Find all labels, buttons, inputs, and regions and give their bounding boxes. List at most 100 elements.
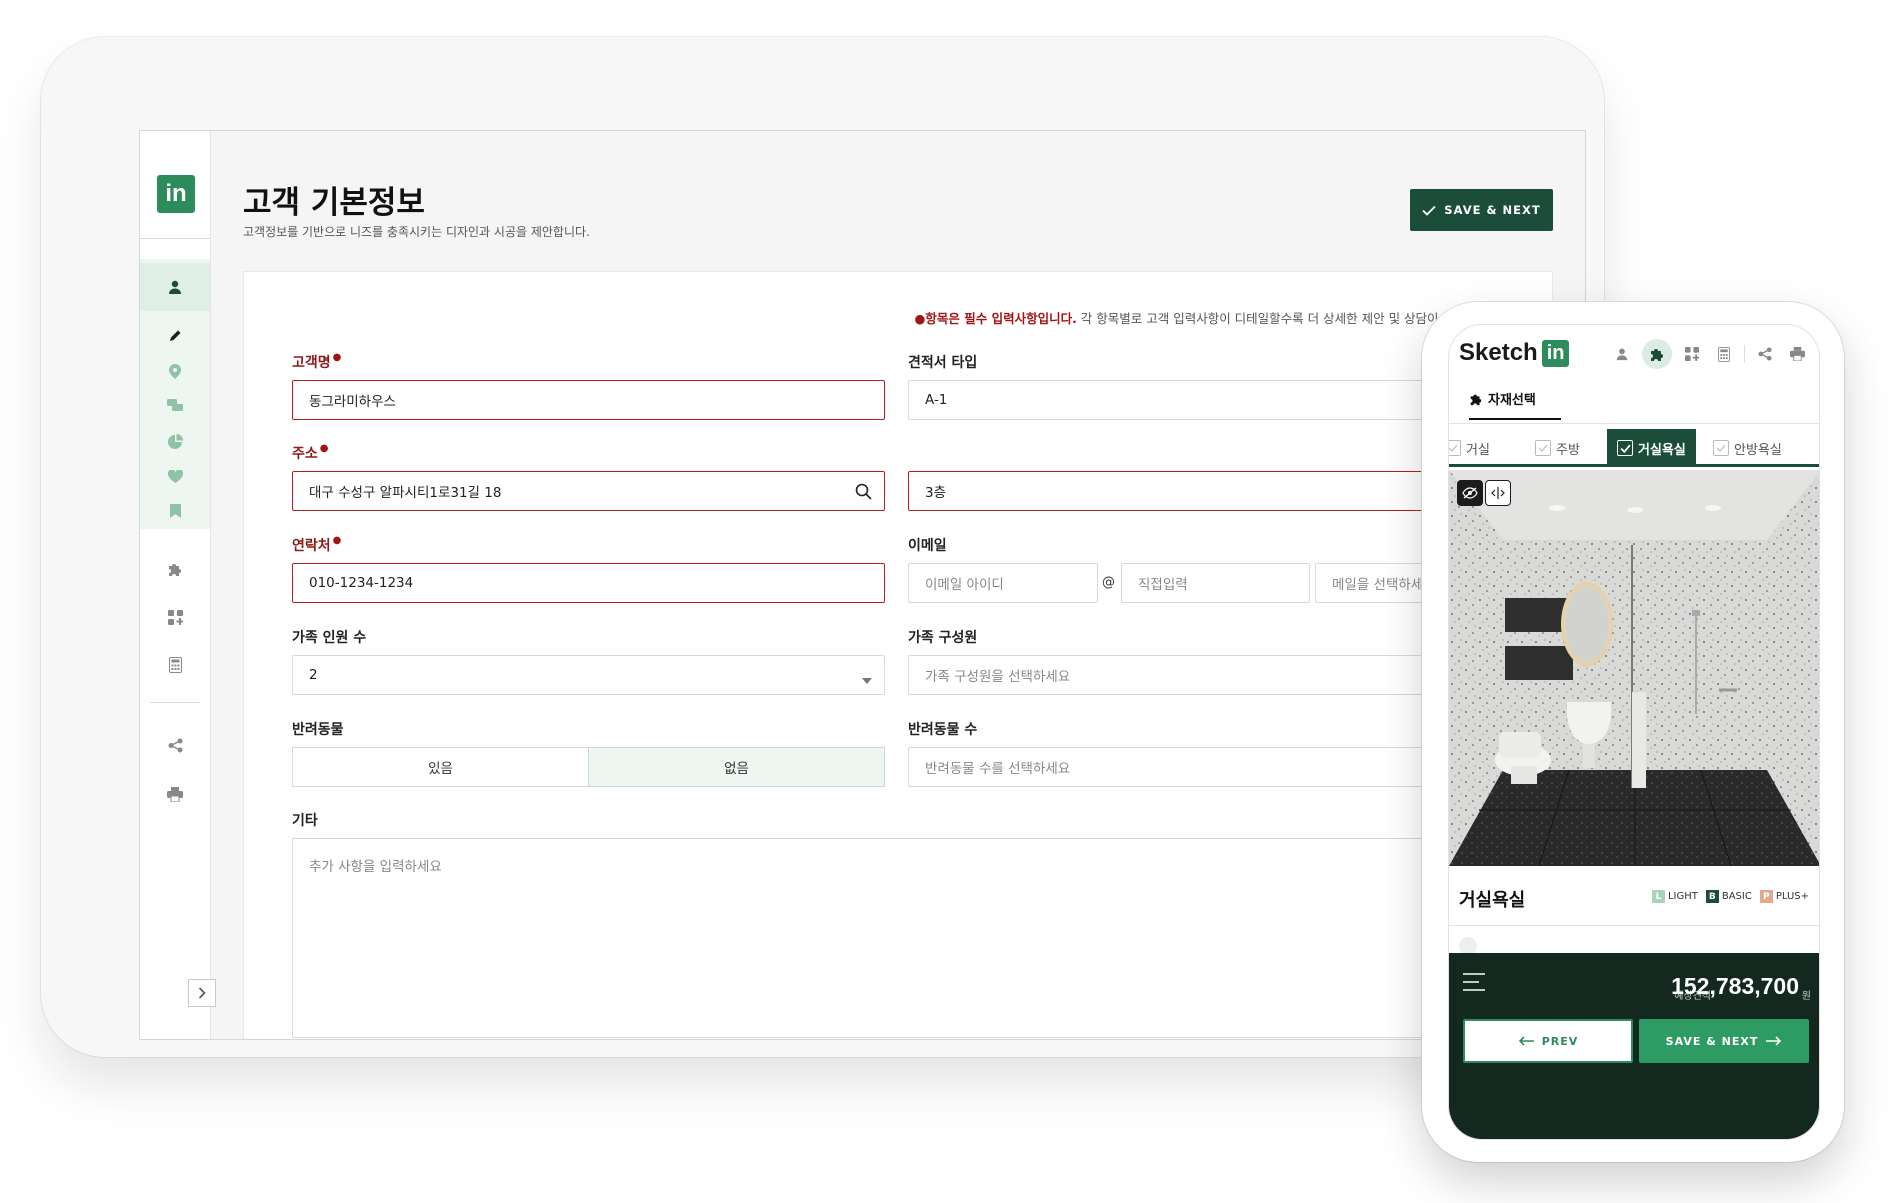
required-notice: ●항목은 필수 입력사항입니다. 각 항목별로 고객 입력사항이 디테일할수록 …: [914, 308, 1504, 327]
pet-count-label: 반려동물 수: [908, 722, 978, 738]
pets-option-yes[interactable]: 있음: [292, 747, 589, 787]
estimate-type-label: 견적서 타입: [908, 355, 978, 371]
calculator-icon: [168, 657, 182, 673]
email-id-field[interactable]: 이메일 아이디: [908, 563, 1098, 603]
menu-button[interactable]: [1463, 973, 1485, 995]
email-label: 이메일: [908, 538, 947, 554]
tab-underline: [1449, 423, 1819, 424]
required-dot: ●: [914, 311, 926, 326]
address-search-button[interactable]: [855, 483, 872, 504]
grade-legend: L LIGHT B BASIC P PLUS+: [1651, 890, 1809, 903]
user-icon: [1616, 348, 1628, 361]
room-tab-label: 주방: [1556, 442, 1580, 458]
estimate-value: 152,783,700: [1671, 973, 1799, 999]
room-tab-living-bath[interactable]: 거실욕실: [1607, 429, 1696, 467]
puzzle-icon: [1651, 349, 1663, 361]
customer-name-field[interactable]: 동그라미하우스: [292, 380, 885, 420]
puzzle-icon: [169, 564, 181, 576]
other-label: 기타: [292, 813, 318, 829]
save-next-label: SAVE & NEXT: [1444, 203, 1541, 217]
phone-nav-options[interactable]: [1680, 342, 1704, 366]
family-members-label: 가족 구성원: [908, 630, 978, 646]
phone-logo-badge: in: [1541, 339, 1570, 367]
sidebar-item-estimate[interactable]: [140, 651, 210, 679]
grade-basic-label: BASIC: [1721, 891, 1752, 902]
room-tab-label: 안방욕실: [1734, 442, 1782, 458]
grid-plus-icon: [1685, 347, 1699, 361]
required-mark: ●: [332, 352, 342, 363]
checkbox: [1617, 440, 1633, 456]
address-label-text: 주소: [292, 446, 318, 462]
room-tab-master-bath[interactable]: 안방욕실: [1713, 429, 1782, 467]
pie-chart-icon: [167, 433, 183, 449]
room-tabs: 거실 주방 거실욕실 안방욕실: [1449, 429, 1819, 467]
grid-plus-icon: [167, 609, 183, 625]
dropdown-arrow: [862, 672, 872, 688]
sidebar-item-favorite[interactable]: [140, 462, 210, 490]
phone-nav-customer[interactable]: [1610, 342, 1634, 366]
checkbox: [1713, 440, 1729, 456]
phone-save-next-button[interactable]: SAVE & NEXT: [1639, 1019, 1809, 1063]
bookmark-icon: [169, 504, 181, 518]
required-notice-emphasis: 항목은 필수 입력사항입니다.: [925, 311, 1077, 326]
compare-toggle-button[interactable]: [1485, 480, 1511, 506]
tab-materials[interactable]: 자재선택: [1469, 389, 1561, 420]
check-icon: [1619, 444, 1631, 453]
check-icon: [1538, 444, 1548, 452]
phone-nav-share[interactable]: [1753, 342, 1777, 366]
sidebar-item-materials[interactable]: [140, 555, 210, 583]
address-label: 주소 ●: [292, 443, 329, 463]
arrow-right-icon: [1766, 1036, 1782, 1046]
phone-logo[interactable]: Sketch in: [1459, 339, 1570, 367]
customer-name-label: 고객명 ●: [292, 352, 341, 372]
phone-nav-materials[interactable]: [1642, 339, 1672, 369]
phone-nav-print[interactable]: [1785, 342, 1809, 366]
save-next-button[interactable]: SAVE & NEXT: [1410, 189, 1553, 231]
sidebar-collapse-button[interactable]: [188, 979, 216, 1007]
phone-nav-estimate[interactable]: [1712, 342, 1736, 366]
chevron-right-icon: [198, 987, 206, 999]
room-tab-label: 거실욕실: [1638, 442, 1686, 458]
pets-option-no[interactable]: 없음: [588, 747, 885, 787]
room-tab-living[interactable]: 거실: [1449, 429, 1490, 467]
family-count-label: 가족 인원 수: [292, 630, 367, 646]
hamburger-icon: [1463, 973, 1485, 991]
hide-toggle-button[interactable]: [1457, 480, 1483, 506]
heart-icon: [167, 469, 183, 483]
address-field[interactable]: 대구 수성구 알파시티1로31길 18: [292, 471, 885, 511]
family-count-select[interactable]: 2: [292, 655, 885, 695]
phone-bottom-bar: 예상견적 152,783,700 원 PREV SAVE & NEXT: [1449, 953, 1819, 1139]
share-icon: [1758, 347, 1772, 361]
prev-label: PREV: [1541, 1034, 1579, 1048]
sidebar-item-chat[interactable]: [140, 392, 210, 420]
phone-screen: Sketch in 자재선택 거실 주방 거실욕실 안방욕실 거실욕실 L LI…: [1448, 324, 1820, 1140]
stage: in 고객 기본정보 고객정보를 기반으로 니즈를 충족시키는 디자인과 시공을…: [0, 0, 1889, 1203]
checkbox: [1449, 440, 1461, 456]
sidebar-item-share[interactable]: [140, 731, 210, 759]
grade-light-badge: L: [1651, 890, 1665, 903]
tablet-screen: in 고객 기본정보 고객정보를 기반으로 니즈를 충족시키는 디자인과 시공을…: [139, 130, 1586, 1040]
sidebar-item-customer[interactable]: [140, 263, 210, 311]
checkbox: [1535, 440, 1551, 456]
print-icon: [1789, 347, 1805, 361]
eye-off-icon: [1462, 487, 1478, 499]
sidebar-item-options[interactable]: [140, 603, 210, 631]
sidebar-item-location[interactable]: [140, 357, 210, 385]
grade-plus-badge: P: [1759, 890, 1773, 903]
email-domain-field[interactable]: 직접입력: [1121, 563, 1310, 603]
other-textarea[interactable]: 추가 사항을 입력하세요: [292, 838, 1568, 1038]
phone-field[interactable]: 010-1234-1234: [292, 563, 885, 603]
sidebar-item-edit[interactable]: [140, 322, 210, 350]
phone-header-icons: [1610, 339, 1809, 369]
room-tab-kitchen[interactable]: 주방: [1535, 429, 1580, 467]
sidebar-divider-2: [150, 702, 200, 703]
calculator-icon: [1718, 346, 1730, 362]
sidebar-item-print[interactable]: [140, 780, 210, 808]
prev-button[interactable]: PREV: [1463, 1019, 1633, 1063]
app-logo[interactable]: in: [157, 175, 195, 213]
room-tab-label: 거실: [1466, 442, 1490, 458]
sidebar-item-bookmark[interactable]: [140, 497, 210, 525]
check-icon: [1449, 444, 1458, 452]
required-mark: ●: [319, 443, 329, 454]
sidebar-item-chart[interactable]: [140, 427, 210, 455]
